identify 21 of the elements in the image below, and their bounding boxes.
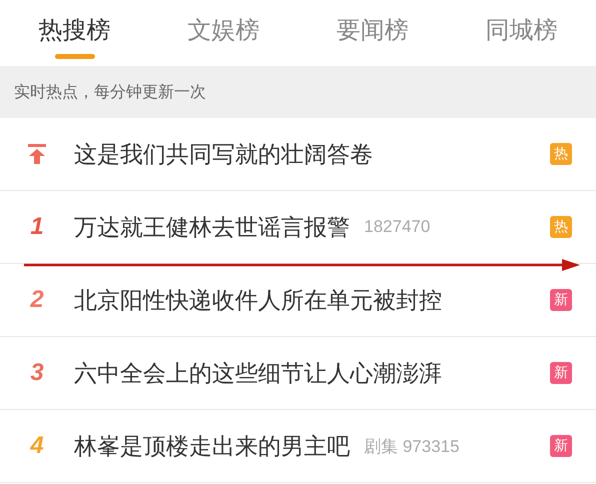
topic-title[interactable]: 六中全会上的这些细节让人心潮澎湃	[74, 358, 442, 388]
rank-number: 3	[30, 359, 44, 387]
topic-badge: 新	[550, 362, 572, 384]
rank-number: 4	[30, 432, 44, 460]
topic-badge: 新	[550, 289, 572, 311]
notice-bar: 实时热点，每分钟更新一次	[0, 66, 596, 118]
tab[interactable]: 热搜榜	[0, 0, 149, 66]
topic-badge: 热	[550, 143, 572, 165]
rank-number: 1	[30, 213, 44, 241]
tab[interactable]: 文娱榜	[149, 0, 298, 66]
tab[interactable]: 要闻榜	[298, 0, 447, 66]
tab[interactable]: 同城榜	[447, 0, 596, 66]
topic-title[interactable]: 这是我们共同写就的壮阔答卷	[74, 138, 373, 170]
topic-title[interactable]: 万达就王健林去世谣言报警	[74, 212, 350, 242]
topic-title[interactable]: 林峯是顶楼走出来的男主吧	[74, 430, 350, 462]
topic-badge: 新	[550, 435, 572, 457]
heat-count: 1827470	[364, 217, 430, 237]
heat-count: 剧集 973315	[364, 436, 460, 458]
topic-title[interactable]: 北京阳性快递收件人所在单元被封控	[74, 284, 442, 316]
rank-number: 2	[30, 286, 44, 314]
topic-badge: 热	[550, 216, 572, 238]
